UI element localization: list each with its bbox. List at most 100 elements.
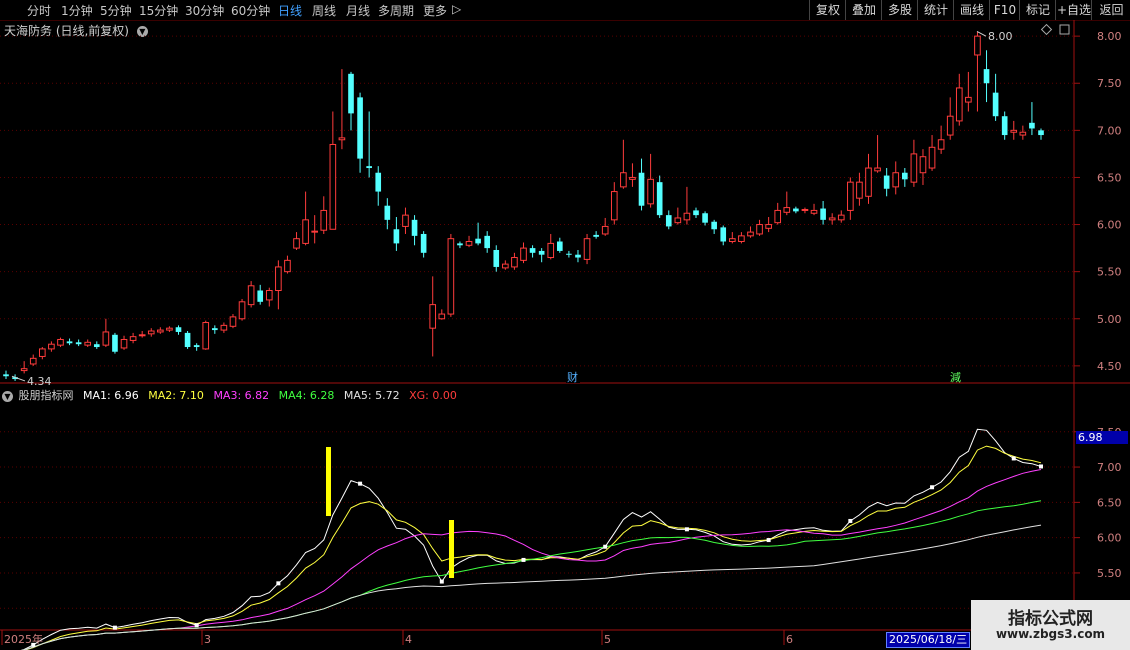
candle-body bbox=[583, 238, 591, 260]
candle-body bbox=[20, 368, 28, 372]
watermark-url: www.zbgs3.com bbox=[995, 627, 1106, 641]
low-label: 4.34 bbox=[27, 375, 52, 388]
candle-body bbox=[965, 96, 972, 103]
candle-body bbox=[184, 332, 191, 348]
ma1-point bbox=[439, 579, 444, 584]
chevron-down-icon[interactable]: ▼ bbox=[2, 390, 13, 402]
candle-body bbox=[665, 215, 672, 227]
candle-body bbox=[610, 191, 618, 221]
indicator-name: 股朋指标网 bbox=[18, 389, 74, 402]
candle-body bbox=[120, 338, 128, 349]
candle-body bbox=[955, 87, 963, 122]
current-value-tag: 6.98 bbox=[1076, 431, 1128, 444]
candle-body bbox=[175, 327, 182, 332]
candle-body bbox=[366, 166, 372, 169]
candle-body bbox=[566, 253, 572, 255]
ma3-label: MA3: 6.82 bbox=[213, 389, 270, 402]
candle-body bbox=[837, 214, 845, 221]
candle-body bbox=[102, 331, 110, 346]
candle-body bbox=[557, 241, 563, 251]
candle-body bbox=[348, 73, 354, 114]
candle-body bbox=[1019, 131, 1027, 136]
candle-body bbox=[84, 341, 92, 346]
candle-body bbox=[129, 336, 137, 341]
candle-body bbox=[874, 167, 881, 172]
candle-body bbox=[629, 176, 636, 180]
candle-body bbox=[166, 327, 173, 331]
candle-body bbox=[402, 214, 409, 227]
candle-body bbox=[420, 233, 427, 253]
price-axis-label: 8.00 bbox=[1097, 30, 1122, 43]
signal-bar bbox=[449, 520, 454, 578]
candle-body bbox=[720, 227, 727, 242]
ma1-point bbox=[930, 485, 935, 490]
ma1-point bbox=[276, 581, 281, 586]
time-axis-label: 2025年 bbox=[4, 632, 43, 646]
candle-body bbox=[638, 172, 645, 206]
high-label: 8.00 bbox=[988, 30, 1013, 43]
candle-body bbox=[1029, 122, 1035, 129]
candle-body bbox=[275, 266, 282, 291]
candle-body bbox=[620, 172, 627, 188]
kline-chart: 8.00 7.50 7.00 6.50 6.00 5.50 5.00 4.50 8.00 4.34… bbox=[0, 20, 1130, 650]
candle-body bbox=[202, 322, 210, 350]
candle-body bbox=[756, 224, 763, 235]
reduce-marker: 減 bbox=[950, 370, 961, 384]
candle-body bbox=[229, 316, 237, 327]
high-pointer bbox=[976, 30, 987, 37]
candle-body bbox=[257, 290, 264, 302]
candle-body bbox=[475, 238, 481, 244]
candle-body bbox=[902, 172, 908, 180]
ma4-label: MA4: 6.28 bbox=[278, 389, 335, 402]
indicator-axis-label: 5.50 bbox=[1097, 567, 1122, 580]
candle-body bbox=[93, 344, 100, 348]
candle-body bbox=[247, 285, 255, 306]
date-tag: 2025/06/18/三 bbox=[886, 632, 971, 648]
indicator-axis-label: 6.50 bbox=[1097, 496, 1122, 509]
candle-body bbox=[293, 238, 300, 249]
candle-body bbox=[820, 208, 826, 220]
candle-body bbox=[828, 217, 836, 221]
ma1-point bbox=[1039, 464, 1043, 469]
ma5-label: MA5: 5.72 bbox=[343, 389, 400, 402]
ma4-line bbox=[22, 500, 1042, 650]
candle-body bbox=[992, 92, 999, 117]
candle-body bbox=[783, 207, 791, 213]
candle-body bbox=[538, 250, 545, 255]
candle-body bbox=[974, 35, 981, 56]
candle-body bbox=[847, 181, 854, 211]
candle-body bbox=[157, 329, 164, 333]
candle-body bbox=[502, 263, 509, 269]
candle-body bbox=[702, 213, 708, 223]
candle-body bbox=[601, 225, 609, 235]
candle-body bbox=[1001, 116, 1008, 136]
price-axis-label: 6.00 bbox=[1097, 219, 1122, 232]
signal-bar bbox=[326, 447, 331, 516]
ma1-point bbox=[112, 625, 117, 630]
candle-body bbox=[57, 338, 64, 346]
time-axis-label: 6 bbox=[786, 633, 793, 646]
price-axis-label: 6.50 bbox=[1097, 171, 1122, 184]
xg-label: XG: 0.00 bbox=[409, 389, 457, 402]
candle-body bbox=[493, 249, 500, 267]
price-axis-label: 7.00 bbox=[1097, 124, 1122, 137]
candle-body bbox=[983, 69, 990, 84]
candle-body bbox=[384, 205, 391, 220]
ma1-point bbox=[358, 481, 363, 486]
price-axis-label: 5.00 bbox=[1097, 313, 1122, 326]
candle-body bbox=[112, 334, 118, 352]
candle-body bbox=[147, 330, 155, 335]
candle-body bbox=[393, 229, 400, 244]
price-axis-label: 5.50 bbox=[1097, 266, 1122, 279]
candle-body bbox=[738, 235, 745, 243]
candle-body bbox=[220, 324, 228, 331]
candle-body bbox=[329, 143, 337, 230]
candle-body bbox=[465, 241, 473, 246]
candle-body bbox=[338, 137, 346, 141]
ma1-point bbox=[1011, 456, 1016, 461]
ma1-line bbox=[20, 428, 1042, 650]
candle-body bbox=[75, 342, 82, 345]
candle-body bbox=[138, 334, 146, 337]
window-icon bbox=[1059, 24, 1070, 35]
ma2-label: MA2: 7.10 bbox=[148, 389, 204, 402]
